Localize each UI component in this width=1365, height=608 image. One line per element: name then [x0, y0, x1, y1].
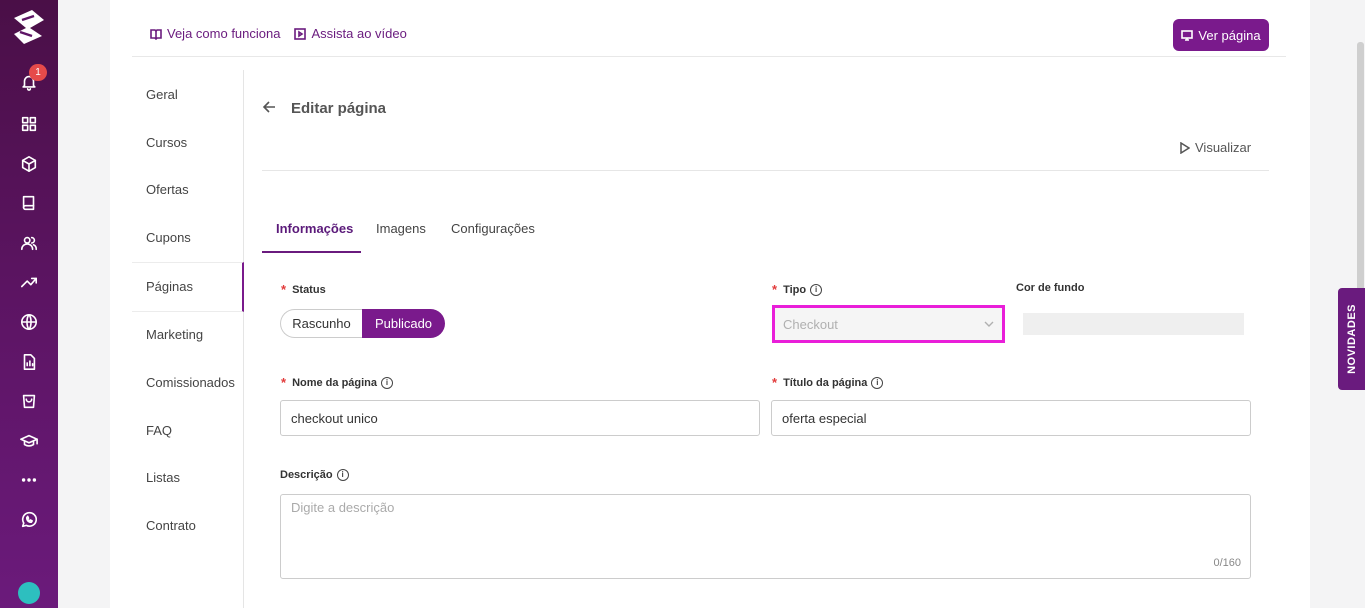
nav-item-cupons[interactable]: Cupons — [146, 230, 191, 245]
tipo-label: * Tipo i — [772, 282, 823, 297]
description-placeholder: Digite a descrição — [291, 500, 395, 515]
globe-icon[interactable] — [19, 312, 39, 332]
tipo-label-text: Tipo — [783, 283, 807, 296]
description-label-text: Descrição — [280, 469, 333, 481]
tab-informacoes[interactable]: Informações — [276, 221, 353, 236]
tipo-select[interactable]: Checkout — [772, 305, 1005, 343]
status-option-draft[interactable]: Rascunho — [280, 309, 362, 338]
monitor-icon — [1181, 30, 1194, 41]
left-rail: 1 — [0, 0, 58, 608]
nav-item-listas[interactable]: Listas — [146, 470, 180, 485]
info-icon[interactable]: i — [871, 376, 884, 389]
tab-imagens[interactable]: Imagens — [376, 221, 426, 236]
notification-badge: 1 — [29, 64, 47, 81]
nav-item-comissionados[interactable]: Comissionados — [146, 375, 235, 390]
page-name-label: * Nome da página i — [281, 375, 394, 390]
how-it-works-label: Veja como funciona — [167, 26, 281, 41]
page-title-label-text: Título da página — [783, 376, 868, 389]
description-char-counter: 0/160 — [1213, 557, 1241, 569]
status-toggle: Rascunho Publicado — [280, 309, 445, 338]
watch-video-label: Assista ao vídeo — [311, 26, 407, 41]
play-square-icon — [294, 27, 307, 40]
view-page-label: Ver página — [1198, 27, 1261, 43]
nav-item-contrato[interactable]: Contrato — [146, 518, 196, 533]
divider — [132, 56, 1286, 57]
nav-item-geral[interactable]: Geral — [146, 87, 178, 102]
nav-item-marketing[interactable]: Marketing — [146, 327, 203, 342]
active-tab-underline — [262, 251, 361, 253]
page-title-label: * Título da página i — [772, 375, 884, 390]
description-textarea[interactable]: Digite a descrição 0/160 — [280, 494, 1251, 579]
page-name-input[interactable]: checkout unico — [280, 400, 760, 436]
nav-item-paginas[interactable]: Páginas — [146, 279, 193, 294]
app-logo-icon[interactable] — [10, 6, 48, 46]
how-it-works-link[interactable]: Veja como funciona — [150, 26, 280, 41]
page-title-input[interactable]: oferta especial — [771, 400, 1251, 436]
preview-button[interactable]: Visualizar — [1180, 140, 1251, 155]
report-icon[interactable] — [19, 352, 39, 372]
novidades-label: NOVIDADES — [1345, 304, 1358, 374]
required-asterisk: * — [772, 375, 778, 390]
whatsapp-icon[interactable] — [19, 510, 39, 530]
background-color-label: Cor de fundo — [1016, 282, 1084, 294]
background-color-picker[interactable] — [1023, 313, 1244, 335]
nav-item-faq[interactable]: FAQ — [146, 423, 172, 438]
info-icon[interactable]: i — [336, 469, 349, 481]
top-links: Veja como funciona Assista ao vídeo — [150, 26, 407, 41]
preview-label: Visualizar — [1195, 140, 1252, 155]
open-book-icon — [150, 28, 162, 40]
chevron-down-icon — [984, 321, 994, 327]
watch-video-link[interactable]: Assista ao vídeo — [294, 26, 407, 41]
background-color-label-text: Cor de fundo — [1016, 282, 1085, 294]
cube-icon[interactable] — [19, 154, 39, 174]
nav-item-ofertas[interactable]: Ofertas — [146, 182, 189, 197]
nav-item-cursos[interactable]: Cursos — [146, 135, 187, 150]
status-option-published[interactable]: Publicado — [362, 309, 445, 338]
tipo-select-value: Checkout — [783, 316, 838, 332]
page-title: Editar página — [291, 100, 387, 117]
info-icon[interactable]: i — [381, 376, 394, 389]
status-label-text: Status — [292, 283, 326, 296]
divider — [262, 170, 1269, 171]
graduation-cap-icon[interactable] — [19, 431, 39, 451]
more-dots-icon[interactable] — [19, 470, 39, 490]
dashboard-grid-icon[interactable] — [19, 114, 39, 134]
settings-nav: Geral Cursos Ofertas Cupons Páginas Mark… — [132, 70, 244, 608]
tab-configuracoes[interactable]: Configurações — [451, 221, 535, 236]
trending-up-icon[interactable] — [19, 272, 39, 292]
info-icon[interactable]: i — [810, 283, 823, 296]
back-arrow-icon[interactable] — [262, 100, 276, 114]
play-icon — [1180, 141, 1190, 154]
novidades-tab[interactable]: NOVIDADES — [1338, 288, 1365, 390]
page-name-label-text: Nome da página — [292, 376, 378, 389]
status-label: * Status — [281, 282, 326, 297]
required-asterisk: * — [772, 282, 778, 297]
description-label: Descrição i — [280, 469, 349, 481]
view-page-button[interactable]: Ver página — [1173, 19, 1269, 51]
book-icon[interactable] — [19, 193, 39, 213]
shopping-bag-icon[interactable] — [19, 391, 39, 411]
avatar[interactable] — [18, 582, 40, 604]
required-asterisk: * — [281, 375, 287, 390]
users-icon[interactable] — [19, 233, 39, 253]
required-asterisk: * — [281, 282, 287, 297]
